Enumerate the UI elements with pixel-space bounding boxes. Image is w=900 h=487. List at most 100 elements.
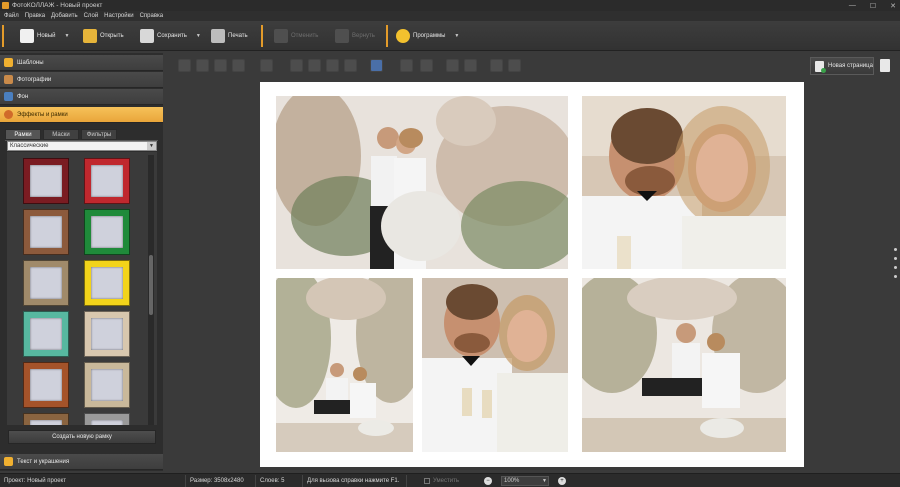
layer-forward-icon[interactable] <box>196 59 209 72</box>
page-dot[interactable] <box>894 266 897 269</box>
toolbar-accent-divider <box>261 25 263 47</box>
chevron-down-icon[interactable]: ▼ <box>65 33 70 39</box>
page-dot[interactable] <box>894 275 897 278</box>
menu-settings[interactable]: Настройки <box>104 13 133 19</box>
new-page-button[interactable]: Новая страница <box>810 57 874 75</box>
print-button[interactable]: Печать <box>211 25 248 47</box>
frame-thumb-gray-partial[interactable] <box>84 413 130 425</box>
section-background[interactable]: Фон <box>0 89 163 105</box>
chevron-down-icon[interactable]: ▼ <box>542 478 547 484</box>
frame-gallery <box>7 152 157 425</box>
fit-button[interactable]: Уместить <box>424 476 459 486</box>
toolbar-accent-divider <box>2 25 4 47</box>
app-logo-icon <box>2 2 9 9</box>
programs-button[interactable]: Программы ▼ <box>396 25 459 47</box>
status-divider <box>302 475 303 487</box>
frame-category-select[interactable]: Классические ▼ <box>7 141 157 151</box>
section-effects[interactable]: Эффекты и рамки <box>0 107 163 123</box>
tab-filters[interactable]: Фильтры <box>81 129 117 140</box>
redo-button[interactable]: Вернуть <box>335 25 375 47</box>
frame-thumb-cream-beveled[interactable] <box>84 362 130 408</box>
minimize-icon[interactable]: — <box>849 2 856 9</box>
maximize-icon[interactable]: ☐ <box>870 2 876 10</box>
section-templates[interactable]: Шаблоны <box>0 55 163 71</box>
scissors-icon[interactable] <box>400 59 413 72</box>
layer-backward-icon[interactable] <box>214 59 227 72</box>
frame-thumb-inner <box>30 165 62 197</box>
menu-layer[interactable]: Слой <box>84 13 99 19</box>
new-button[interactable]: Новый ▼ <box>20 25 69 47</box>
align-icon[interactable] <box>260 59 273 72</box>
layer-back-icon[interactable] <box>232 59 245 72</box>
frame-thumb-bronze-partial[interactable] <box>23 413 69 425</box>
status-divider <box>406 475 407 487</box>
create-frame-button[interactable]: Создать новую рамку <box>8 430 156 444</box>
mirror-horizontal-icon[interactable] <box>326 59 339 72</box>
frame-style-icon[interactable] <box>370 59 383 72</box>
section-label: Шаблоны <box>17 59 44 66</box>
programs-icon <box>396 29 410 43</box>
status-divider <box>255 475 256 487</box>
photo-couple-sand[interactable] <box>582 278 786 452</box>
photo-couple-sitting-arch[interactable] <box>276 278 413 452</box>
frame-thumb-red-ornate[interactable] <box>84 158 130 204</box>
gallery-scrollbar[interactable] <box>148 155 154 425</box>
scrollbar-thumb[interactable] <box>149 255 153 315</box>
magic-wand-icon[interactable] <box>464 59 477 72</box>
frame-thumb-inner <box>91 267 123 299</box>
chevron-down-icon[interactable]: ▼ <box>196 33 201 39</box>
frame-thumb-dark-red-ornate[interactable] <box>23 158 69 204</box>
section-photos[interactable]: Фотографии <box>0 72 163 88</box>
undo-button[interactable]: Отменить <box>274 25 318 47</box>
menu-add[interactable]: Добавить <box>51 13 78 19</box>
frame-thumb-inner <box>30 267 62 299</box>
settings-gear-icon[interactable] <box>490 59 503 72</box>
chevron-down-icon[interactable]: ▼ <box>147 142 156 150</box>
chevron-down-icon[interactable]: ▼ <box>454 33 459 39</box>
page-dot[interactable] <box>894 248 897 251</box>
frame-thumb-tan-classic[interactable] <box>23 260 69 306</box>
menu-file[interactable]: Файл <box>4 13 19 19</box>
frame-thumb-yellow-gold[interactable] <box>84 260 130 306</box>
section-label: Фотографии <box>17 76 52 83</box>
zoom-select[interactable]: 100% ▼ <box>501 476 549 486</box>
frame-thumb-rust-ornate[interactable] <box>23 362 69 408</box>
save-button[interactable]: Сохранить ▼ <box>140 25 201 47</box>
zoom-out-button[interactable]: − <box>484 477 492 485</box>
flip-left-icon[interactable] <box>290 59 303 72</box>
background-icon <box>4 92 13 101</box>
lock-icon[interactable] <box>508 59 521 72</box>
mirror-vertical-icon[interactable] <box>344 59 357 72</box>
status-help: Для вызова справки нажмите F1. <box>307 478 400 484</box>
status-size: Размер: 3508x2480 <box>190 478 244 484</box>
flip-right-icon[interactable] <box>308 59 321 72</box>
frame-thumb-brown-beveled[interactable] <box>23 209 69 255</box>
photo-couple-closeup[interactable] <box>582 96 786 269</box>
crop-icon[interactable] <box>420 59 433 72</box>
layer-front-icon[interactable] <box>178 59 191 72</box>
section-label: Эффекты и рамки <box>17 111 68 118</box>
open-button[interactable]: Открыть <box>83 25 124 47</box>
tab-masks[interactable]: Маски <box>43 129 79 140</box>
section-text[interactable]: Текст и украшения <box>0 454 163 470</box>
page-dot[interactable] <box>894 257 897 260</box>
menu-edit[interactable]: Правка <box>25 13 45 19</box>
menu-help[interactable]: Справка <box>140 13 164 19</box>
zoom-in-button[interactable]: + <box>558 477 566 485</box>
fit-label: Уместить <box>433 478 459 484</box>
tab-frames[interactable]: Рамки <box>5 129 41 140</box>
frame-thumb-teal-dotted[interactable] <box>23 311 69 357</box>
frame-thumb-inner <box>30 420 62 425</box>
status-layers: Слоев: 5 <box>260 478 285 484</box>
close-icon[interactable]: ✕ <box>890 2 896 10</box>
hand-icon[interactable] <box>446 59 459 72</box>
save-icon <box>140 29 154 43</box>
menu-bar: Файл Правка Добавить Слой Настройки Спра… <box>0 11 900 21</box>
photo-couple-standing[interactable] <box>276 96 568 269</box>
frame-thumb-beige-simple[interactable] <box>84 311 130 357</box>
collage-page[interactable] <box>260 82 804 467</box>
page-settings-icon[interactable] <box>880 59 890 72</box>
frame-thumb-green-ornate[interactable] <box>84 209 130 255</box>
undo-icon <box>274 29 288 43</box>
photo-couple-toasting[interactable] <box>422 278 568 452</box>
